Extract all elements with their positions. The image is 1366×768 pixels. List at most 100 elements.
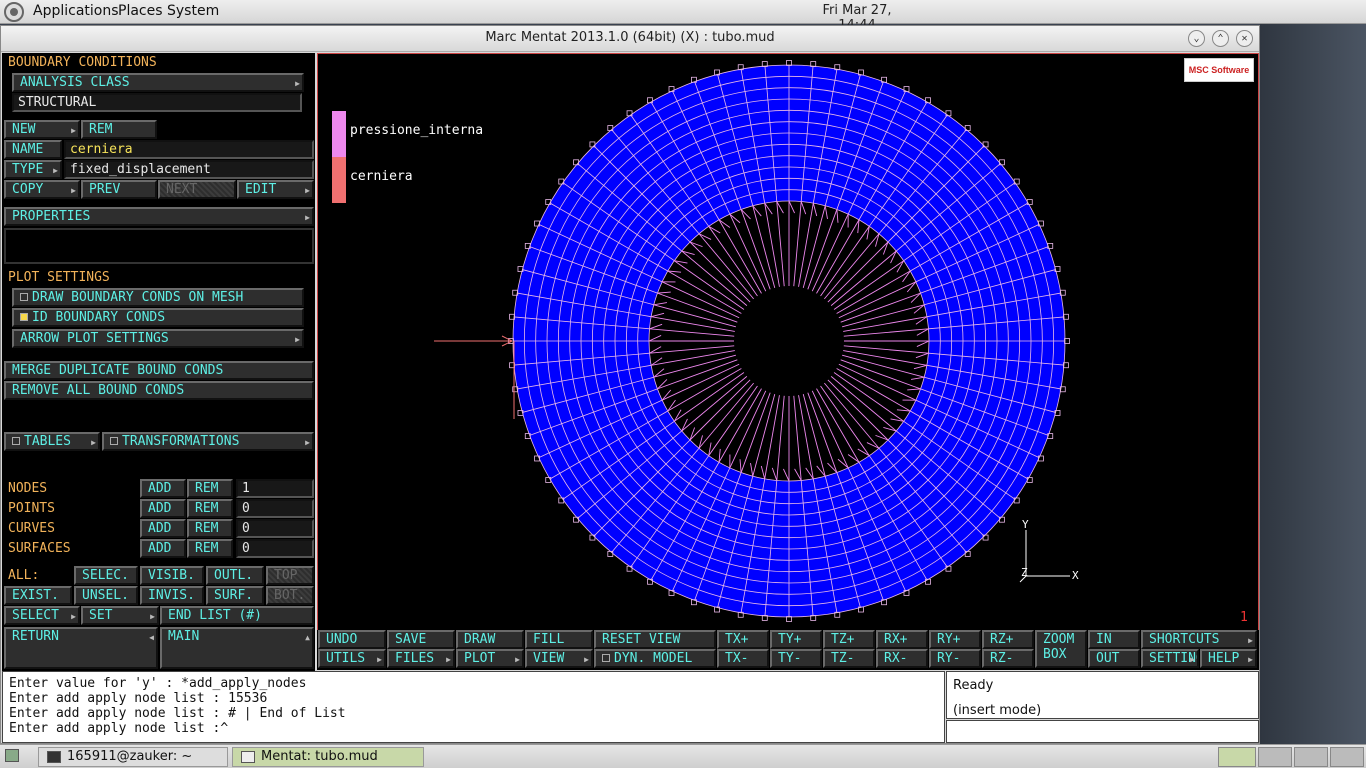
view-button[interactable]: VIEW ▶ [525, 649, 593, 668]
new-button[interactable]: NEW ▶ [4, 120, 80, 139]
name-button[interactable]: NAME [4, 140, 62, 159]
remove-all-button[interactable]: REMOVE ALL BOUND CONDS [4, 381, 314, 400]
rem-button[interactable]: REM [81, 120, 157, 139]
ty-minus-button[interactable]: TY- [770, 649, 822, 668]
all-top-button[interactable]: TOP [266, 566, 314, 585]
tz-plus-button[interactable]: TZ+ [823, 630, 875, 649]
rx-minus-button[interactable]: RX- [876, 649, 928, 668]
curves-rem-button[interactable]: REM [187, 519, 233, 538]
save-button[interactable]: SAVE [387, 630, 455, 649]
draw-bc-on-mesh-toggle[interactable]: DRAW BOUNDARY CONDS ON MESH [12, 288, 304, 307]
menu-places[interactable]: Places [118, 3, 163, 19]
distro-logo-icon[interactable] [4, 2, 24, 22]
main-label: MAIN [168, 629, 200, 644]
reset-view-button[interactable]: RESET VIEW [594, 630, 716, 649]
zoom-box-button[interactable]: ZOOM BOX [1035, 630, 1087, 668]
nodes-rem-button[interactable]: REM [187, 479, 233, 498]
properties-button[interactable]: PROPERTIES ▶ [4, 207, 314, 226]
zoom-in-button[interactable]: IN [1088, 630, 1140, 649]
command-console[interactable]: Enter value for 'y' : *add_apply_nodes E… [2, 671, 945, 743]
rx-plus-button[interactable]: RX+ [876, 630, 928, 649]
type-field: fixed_displacement [64, 160, 314, 179]
points-add-button[interactable]: ADD [140, 499, 186, 518]
merge-duplicate-button[interactable]: MERGE DUPLICATE BOUND CONDS [4, 361, 314, 380]
close-icon[interactable]: ✕ [1236, 30, 1253, 47]
return-button[interactable]: RETURN ◀ [4, 627, 158, 669]
shortcuts-button[interactable]: SHORTCUTS ▶ [1141, 630, 1257, 649]
zoom-out-button[interactable]: OUT [1088, 649, 1140, 668]
maximize-icon[interactable]: ⌃ [1212, 30, 1229, 47]
surfaces-add-button[interactable]: ADD [140, 539, 186, 558]
help-button[interactable]: HELP ▶ [1200, 649, 1257, 668]
ry-plus-button[interactable]: RY+ [929, 630, 981, 649]
menu-system[interactable]: System [167, 3, 219, 19]
ry-minus-button[interactable]: RY- [929, 649, 981, 668]
task-terminal[interactable]: 165911@zauker: ~ [38, 747, 228, 767]
workspace-3[interactable] [1294, 747, 1328, 767]
curves-add-button[interactable]: ADD [140, 519, 186, 538]
show-desktop-icon[interactable] [5, 749, 19, 762]
all-unselected-button[interactable]: UNSEL. [74, 586, 138, 605]
type-button[interactable]: TYPE ▶ [4, 160, 62, 179]
next-button[interactable]: NEXT [158, 180, 236, 199]
name-field[interactable]: cerniera [64, 140, 314, 159]
window-title[interactable]: Marc Mentat 2013.1.0 (64bit) (X) : tubo.… [1, 26, 1259, 52]
select-button[interactable]: SELECT ▶ [4, 606, 80, 625]
workspace-1[interactable] [1218, 747, 1256, 767]
all-selected-button[interactable]: SELEC. [74, 566, 138, 585]
window-icon [241, 751, 255, 763]
prev-button[interactable]: PREV [81, 180, 157, 199]
workspace-4[interactable] [1330, 747, 1364, 767]
transformations-button[interactable]: TRANSFORMATIONS ▶ [102, 432, 314, 451]
id-boundary-conds-toggle[interactable]: ID BOUNDARY CONDS [12, 308, 304, 327]
nodes-add-button[interactable]: ADD [140, 479, 186, 498]
utils-button[interactable]: UTILS ▶ [318, 649, 386, 668]
all-existing-button[interactable]: EXIST. [4, 586, 72, 605]
submenu-arrow-icon: ▶ [584, 655, 589, 664]
files-button[interactable]: FILES ▶ [387, 649, 455, 668]
id-bc-label: ID BOUNDARY CONDS [32, 310, 166, 325]
console-prompt-line[interactable]: Enter add apply node list :^ [9, 721, 938, 736]
undo-button[interactable]: UNDO [318, 630, 386, 649]
all-outline-button[interactable]: OUTL. [206, 566, 264, 585]
tx-plus-button[interactable]: TX+ [717, 630, 769, 649]
plot-button[interactable]: PLOT ▶ [456, 649, 524, 668]
rz-plus-button[interactable]: RZ+ [982, 630, 1034, 649]
end-list-button[interactable]: END LIST (#) [160, 606, 314, 625]
graphics-viewport[interactable]: pressione_interna cerniera X Y Z 1 MSC So… [317, 53, 1259, 654]
tz-minus-button[interactable]: TZ- [823, 649, 875, 668]
task-mentat[interactable]: Mentat: tubo.mud [232, 747, 424, 767]
all-surface-button[interactable]: SURF. [206, 586, 264, 605]
mentat-window: Marc Mentat 2013.1.0 (64bit) (X) : tubo.… [0, 25, 1260, 744]
arrow-plot-settings-button[interactable]: ARROW PLOT SETTINGS ▶ [12, 329, 304, 348]
tx-minus-button[interactable]: TX- [717, 649, 769, 668]
edit-button[interactable]: EDIT ▶ [237, 180, 314, 199]
all-bottom-button[interactable]: BOT. [266, 586, 314, 605]
copy-button[interactable]: COPY ▶ [4, 180, 80, 199]
all-label: ALL: [8, 568, 40, 583]
all-invisible-button[interactable]: INVIS. [140, 586, 204, 605]
menu-applications[interactable]: Applications [33, 3, 119, 19]
workspace-2[interactable] [1258, 747, 1292, 767]
surfaces-rem-button[interactable]: REM [187, 539, 233, 558]
draw-button[interactable]: DRAW [456, 630, 524, 649]
tables-button[interactable]: TABLES ▶ [4, 432, 100, 451]
points-rem-button[interactable]: REM [187, 499, 233, 518]
ty-plus-button[interactable]: TY+ [770, 630, 822, 649]
minimize-icon[interactable]: ⌄ [1188, 30, 1205, 47]
settings-button[interactable]: SETTINGS▶ [1141, 649, 1199, 668]
pressure-arrow [661, 281, 740, 319]
pressure-arrow-head [913, 364, 927, 370]
pressure-arrow [729, 213, 767, 292]
dyn-model-toggle[interactable]: DYN. MODEL [594, 649, 716, 668]
submenu-arrow-icon: ▶ [1248, 636, 1253, 645]
task-mentat-label: Mentat: tubo.mud [261, 749, 378, 764]
view-number: 1 [1240, 610, 1248, 625]
rz-minus-button[interactable]: RZ- [982, 649, 1034, 668]
set-button[interactable]: SET ▶ [81, 606, 159, 625]
text-cursor-icon: ^ [220, 721, 229, 736]
analysis-class-button[interactable]: ANALYSIS CLASS ▶ [12, 73, 304, 92]
all-visible-button[interactable]: VISIB. [140, 566, 204, 585]
fill-button[interactable]: FILL [525, 630, 593, 649]
main-button[interactable]: MAIN ▲ [160, 627, 314, 669]
